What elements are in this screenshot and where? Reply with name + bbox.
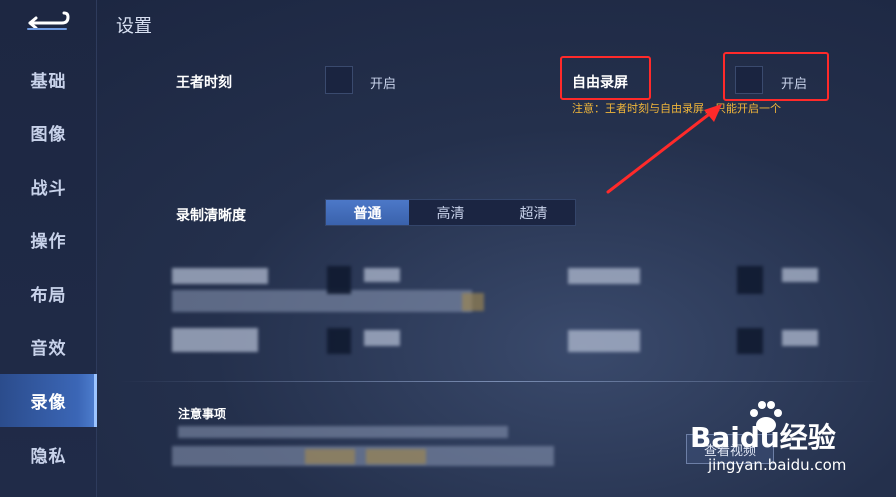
blurred-text — [462, 293, 484, 311]
baidu-watermark: Baidu经验 jingyan.baidu.com — [690, 398, 890, 488]
quality-selector: 普通 高清 超清 — [325, 199, 576, 226]
section-divider — [118, 381, 878, 382]
blurred-label — [568, 330, 640, 352]
blurred-notice-text — [366, 449, 426, 464]
sidebar-item-label: 隐私 — [30, 447, 67, 467]
blurred-label — [364, 330, 400, 346]
highlight-moment-label: 王者时刻 — [176, 75, 232, 91]
sidebar-item-controls[interactable]: 操作 — [0, 213, 97, 266]
quality-option-normal[interactable]: 普通 — [326, 200, 409, 225]
blurred-checkbox — [737, 328, 763, 354]
free-recording-checkbox[interactable] — [735, 66, 763, 94]
page-title: 设置 — [116, 16, 152, 37]
sidebar-item-privacy[interactable]: 隐私 — [0, 428, 97, 481]
watermark-url: jingyan.baidu.com — [708, 456, 847, 474]
sidebar-item-basic[interactable]: 基础 — [0, 53, 97, 106]
blurred-label — [782, 268, 818, 282]
sidebar-item-label: 图像 — [30, 125, 67, 145]
sidebar-item-label: 战斗 — [30, 179, 67, 199]
blurred-notice-text — [178, 426, 508, 438]
free-recording-label: 自由录屏 — [572, 75, 628, 91]
blurred-notice-text — [172, 446, 554, 466]
sidebar-item-label: 基础 — [30, 72, 67, 92]
sidebar-item-image[interactable]: 图像 — [0, 106, 97, 159]
sidebar-item-label: 音效 — [30, 339, 67, 359]
sidebar: 基础 图像 战斗 操作 布局 音效 录像 隐私 — [0, 0, 97, 497]
blurred-label — [568, 268, 640, 284]
quality-label: 录制清晰度 — [176, 208, 246, 224]
blurred-label — [782, 330, 818, 346]
sidebar-item-label: 录像 — [30, 393, 67, 413]
blurred-text — [172, 290, 472, 312]
blurred-label — [172, 328, 258, 352]
blurred-checkbox — [737, 266, 763, 294]
sidebar-item-sound[interactable]: 音效 — [0, 320, 97, 373]
sidebar-item-battle[interactable]: 战斗 — [0, 160, 97, 213]
highlight-moment-checkbox[interactable] — [325, 66, 353, 94]
sidebar-item-recording[interactable]: 录像 — [0, 374, 97, 427]
blurred-notice-text — [305, 449, 355, 464]
sidebar-item-label: 操作 — [30, 232, 67, 252]
sidebar-item-label: 布局 — [30, 286, 67, 306]
sidebar-item-layout[interactable]: 布局 — [0, 267, 97, 320]
blurred-label — [172, 268, 268, 284]
quality-option-uhd[interactable]: 超清 — [492, 200, 575, 225]
notice-title: 注意事项 — [178, 407, 227, 421]
quality-option-hd[interactable]: 高清 — [409, 200, 492, 225]
annotation-arrow-icon — [606, 104, 722, 194]
watermark-brand: Baidu经验 — [690, 421, 836, 454]
blurred-checkbox — [327, 328, 351, 354]
free-recording-toggle-label: 开启 — [781, 77, 808, 92]
highlight-moment-toggle-label: 开启 — [370, 77, 397, 92]
back-arrow-icon[interactable] — [22, 10, 74, 36]
blurred-checkbox — [327, 266, 351, 294]
blurred-label — [364, 268, 400, 282]
